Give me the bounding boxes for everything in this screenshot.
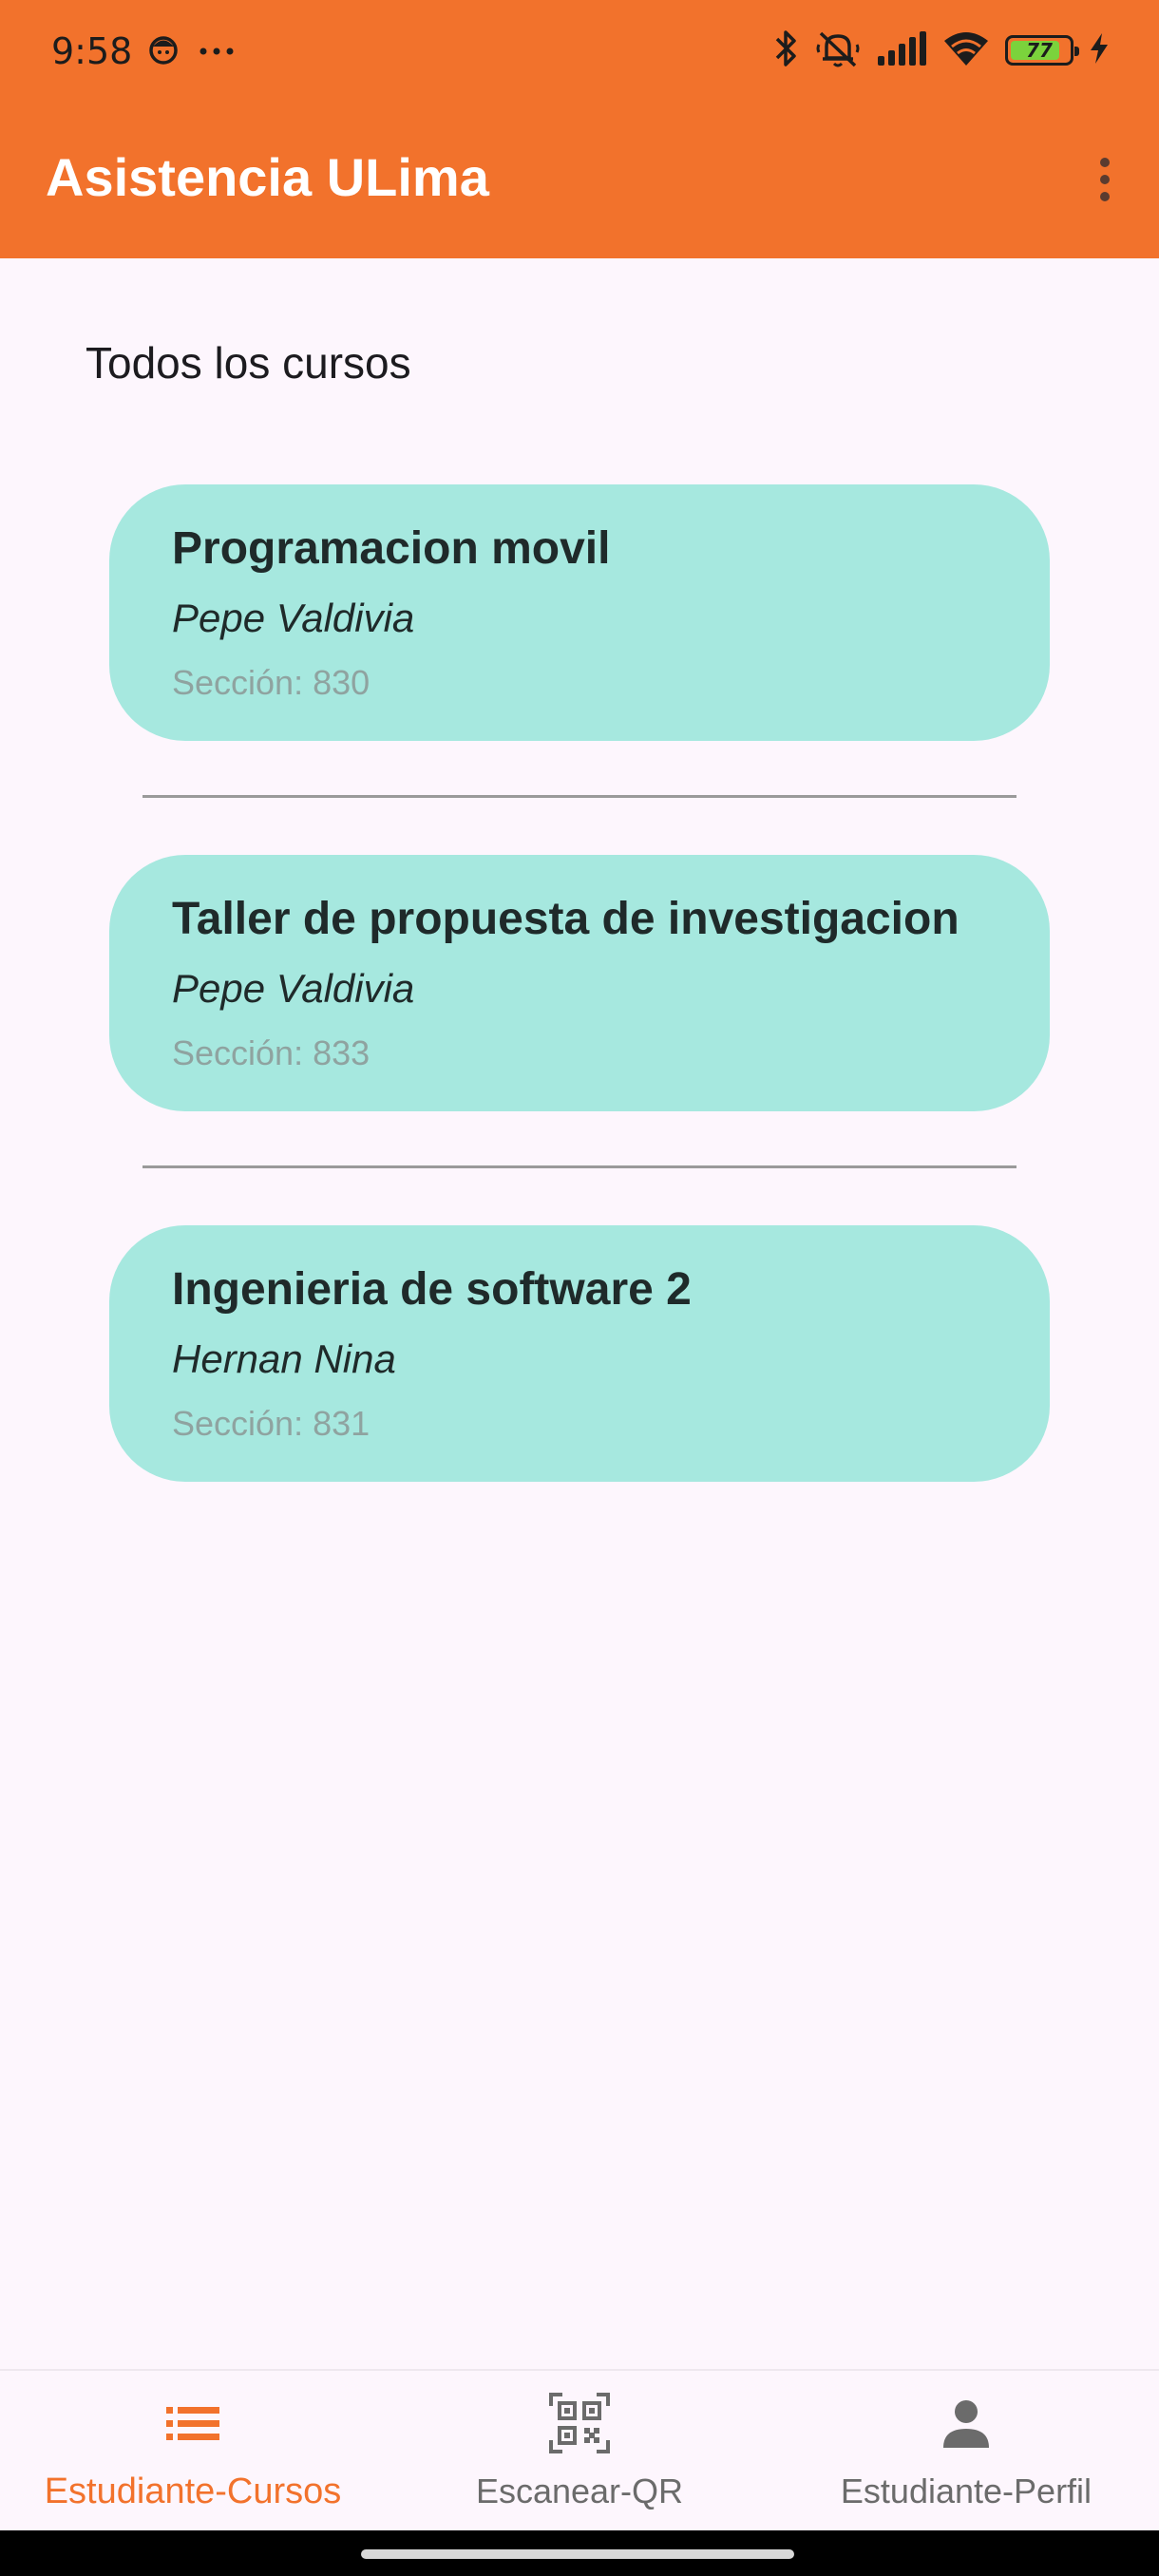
divider [142, 1165, 1016, 1168]
course-professor: Pepe Valdivia [172, 966, 415, 1011]
status-time: 9:58 [51, 30, 133, 72]
list-icon [160, 2390, 226, 2456]
battery-level: 77 [1026, 39, 1053, 62]
section-title: Todos los cursos [86, 338, 411, 388]
course-name: Ingenieria de software 2 [172, 1264, 692, 1315]
course-name: Programacion movil [172, 523, 611, 574]
overflow-menu-icon[interactable] [1079, 146, 1130, 213]
nav-label: Escanear-QR [475, 2472, 684, 2510]
divider [142, 795, 1016, 798]
course-professor: Pepe Valdivia [172, 596, 415, 640]
signal-icon [876, 31, 927, 69]
nav-item-estudiante-perfil[interactable]: Estudiante-Perfil [773, 2371, 1159, 2532]
bluetooth-icon [771, 28, 800, 73]
course-section: Sección: 833 [172, 1033, 370, 1072]
face-icon [146, 32, 180, 70]
course-section: Sección: 831 [172, 1404, 370, 1443]
bottom-navigation: Estudiante-Cursos Escanear-QR Estudiante… [0, 2369, 1159, 2530]
qr-code-icon [546, 2390, 613, 2456]
battery-icon: 77 [1005, 35, 1079, 66]
home-indicator[interactable] [361, 2549, 794, 2559]
status-left-icons [146, 30, 236, 72]
course-section: Sección: 830 [172, 663, 370, 702]
nav-label: Estudiante-Cursos [44, 2472, 342, 2511]
nav-label: Estudiante-Perfil [840, 2472, 1092, 2510]
more-dots-icon [198, 43, 236, 61]
course-card[interactable]: Programacion movil Pepe Valdivia Sección… [109, 484, 1050, 741]
course-professor: Hernan Nina [172, 1336, 396, 1381]
charging-icon [1089, 32, 1110, 68]
app-title: Asistencia ULima [46, 147, 489, 207]
person-icon [933, 2390, 999, 2456]
top-header: 9:58 77 Asistencia ULima [0, 0, 1159, 258]
wifi-icon [942, 29, 990, 71]
mute-icon [815, 28, 861, 73]
course-name: Taller de propuesta de investigacion [172, 894, 960, 944]
course-card[interactable]: Ingenieria de software 2 Hernan Nina Sec… [109, 1225, 1050, 1482]
app-bar: Asistencia ULima [0, 101, 1159, 258]
course-card[interactable]: Taller de propuesta de investigacion Pep… [109, 855, 1050, 1111]
status-bar: 9:58 77 [0, 0, 1159, 101]
nav-item-estudiante-cursos[interactable]: Estudiante-Cursos [0, 2371, 386, 2532]
gesture-bar [0, 2530, 1159, 2576]
nav-item-escanear-qr[interactable]: Escanear-QR [387, 2371, 772, 2532]
status-right-icons: 77 [771, 27, 1110, 74]
